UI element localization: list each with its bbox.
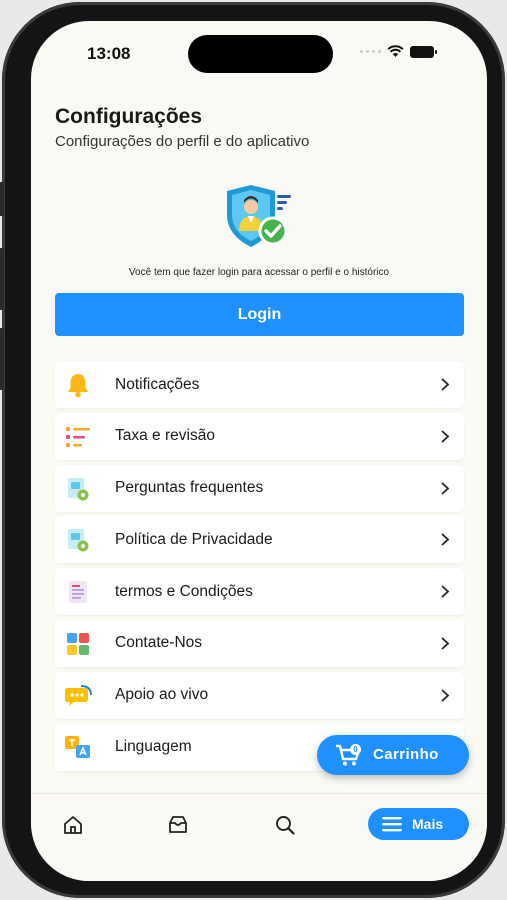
language-icon bbox=[64, 734, 92, 762]
side-button bbox=[0, 182, 4, 216]
status-time: 13:08 bbox=[87, 44, 131, 63]
menu-item-termos-condicoes[interactable]: termos e Condições bbox=[55, 568, 464, 616]
rating-list-icon bbox=[64, 423, 92, 451]
menu-item-label: Taxa e revisão bbox=[115, 427, 215, 445]
menu-item-label: Notificações bbox=[115, 375, 200, 393]
profile-shield-icon bbox=[227, 185, 291, 247]
status-bar: 13:08 bbox=[31, 21, 487, 81]
page-header: Configurações Configurações do perfil e … bbox=[55, 105, 309, 150]
home-icon[interactable] bbox=[62, 814, 84, 836]
bottom-nav: Mais bbox=[31, 793, 487, 881]
chevron-right-icon bbox=[441, 378, 450, 391]
page-subtitle: Configurações do perfil e do aplicativo bbox=[55, 133, 310, 150]
app-screen: 13:08 Configurações Configurações do per… bbox=[31, 21, 487, 881]
menu-item-taxa-revisao[interactable]: Taxa e revisão bbox=[55, 412, 464, 460]
menu-item-label: Perguntas frequentes bbox=[115, 479, 264, 497]
menu-icon bbox=[382, 817, 402, 832]
menu-item-apoio-ao-vivo[interactable]: Apoio ao vivo bbox=[55, 671, 464, 719]
volume-down-button bbox=[0, 328, 4, 390]
privacy-document-icon bbox=[64, 526, 92, 554]
orders-icon[interactable] bbox=[167, 814, 189, 836]
battery-icon bbox=[410, 45, 437, 58]
phone-frame: 13:08 Configurações Configurações do per… bbox=[0, 2, 505, 898]
chevron-right-icon bbox=[441, 689, 450, 702]
menu-item-politica-privacidade[interactable]: Política de Privacidade bbox=[55, 516, 464, 564]
more-button[interactable]: Mais bbox=[368, 808, 469, 840]
chevron-right-icon bbox=[441, 637, 450, 650]
terms-document-icon bbox=[64, 578, 92, 606]
login-button[interactable]: Login bbox=[55, 293, 464, 336]
volume-up-button bbox=[0, 248, 4, 310]
menu-item-label: Linguagem bbox=[115, 738, 192, 756]
status-icons bbox=[360, 45, 437, 58]
menu-item-perguntas-frequentes[interactable]: Perguntas frequentes bbox=[55, 464, 464, 512]
menu-item-label: termos e Condições bbox=[115, 582, 253, 600]
faq-document-icon bbox=[64, 475, 92, 503]
bell-icon bbox=[64, 371, 92, 399]
search-icon[interactable] bbox=[274, 814, 296, 836]
chevron-right-icon bbox=[441, 430, 450, 443]
chevron-right-icon bbox=[441, 585, 450, 598]
page-title: Configurações bbox=[55, 105, 203, 128]
login-message: Você tem que fazer login para acessar o … bbox=[128, 267, 390, 278]
menu-item-notificacoes[interactable]: Notificações bbox=[55, 361, 464, 408]
cart-button[interactable]: 0 Carrinho bbox=[317, 735, 469, 775]
signal-icon bbox=[360, 50, 381, 53]
menu-item-label: Contate-Nos bbox=[115, 634, 203, 652]
dynamic-island bbox=[188, 35, 333, 73]
menu-item-label: Política de Privacidade bbox=[115, 530, 273, 548]
cart-label: Carrinho bbox=[373, 746, 439, 763]
settings-menu: Notificações Taxa e revisão Perguntas fr… bbox=[55, 361, 464, 775]
wifi-icon bbox=[387, 45, 404, 57]
menu-item-label: Apoio ao vivo bbox=[115, 686, 209, 704]
more-label: Mais bbox=[412, 816, 444, 832]
live-support-icon bbox=[64, 682, 92, 710]
menu-item-contate-nos[interactable]: Contate-Nos bbox=[55, 619, 464, 667]
cart-count-badge: 0 bbox=[350, 744, 361, 755]
contact-icon bbox=[64, 630, 92, 658]
chevron-right-icon bbox=[441, 533, 450, 547]
chevron-right-icon bbox=[441, 481, 450, 495]
